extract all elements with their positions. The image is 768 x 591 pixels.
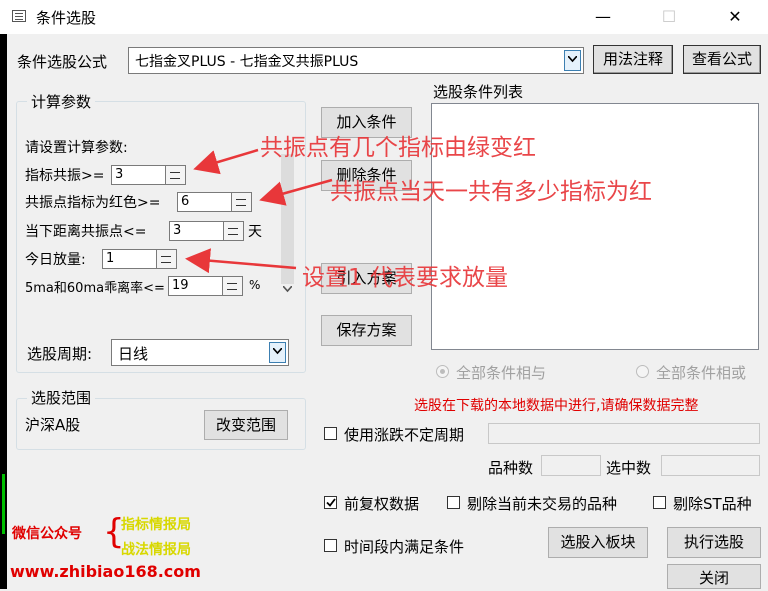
arrow-to-volume (185, 248, 297, 274)
annotation-arrows (185, 148, 333, 274)
watermark-line1: 指标情报局 (121, 517, 191, 533)
annotation-resonance: 共振点有几个指标由绿变红 (260, 135, 536, 161)
arrow-to-red-count (259, 178, 333, 206)
watermark-url: www.zhibiao168.com (10, 562, 201, 581)
annotation-volume: 设置1 代表要求放量 (302, 265, 508, 291)
watermark-prefix: 微信公众号 (12, 526, 82, 542)
annotation-red-count: 共振点当天一共有多少指标为红 (330, 179, 652, 205)
watermark-line2: 战法情报局 (121, 542, 191, 558)
condition-stock-picker-window: 条件选股 — ☐ ✕ 条件选股公式 七指金叉PLUS - 七指金叉共振PLUS … (0, 0, 768, 589)
arrow-to-resonance (193, 148, 259, 175)
